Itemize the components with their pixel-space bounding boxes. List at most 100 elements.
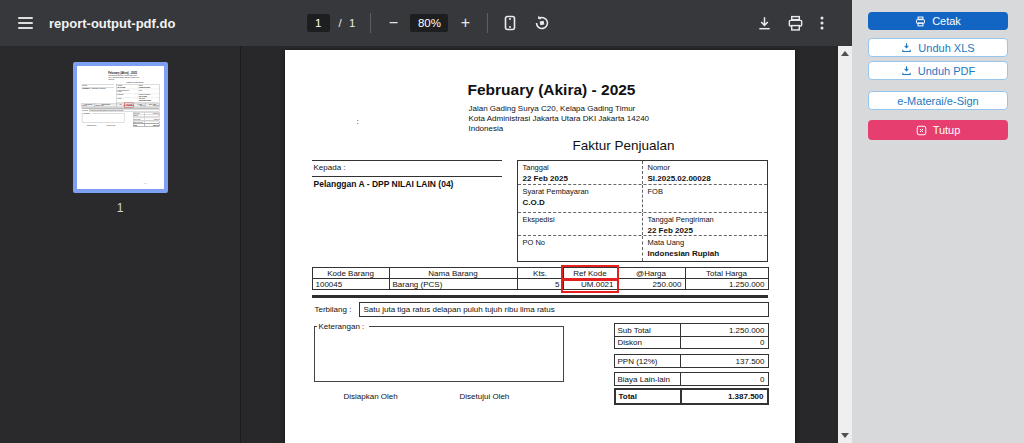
totals-biaya-group: Biaya Lain-lain 0 [614, 372, 769, 386]
keterangan-label: Keterangan : [82, 112, 91, 114]
syarat-label: Syarat Pembayaran [523, 187, 642, 196]
pdf-toolbar: report-output-pdf.do 1 / 1 − 80% + [0, 0, 852, 46]
page-thumbnail[interactable]: February (Akira) - 2025 Jalan Gading Sur… [73, 62, 168, 193]
company-address: Jalan Gading Surya C20, Kelapa Gading Ti… [108, 75, 139, 80]
po-label: PO No [117, 98, 137, 100]
info-cell-tanggal: Tanggal 22 Feb 2025 [518, 161, 642, 184]
print-icon [787, 15, 804, 32]
tutup-button[interactable]: Tutup [868, 120, 1008, 140]
download-button[interactable] [756, 15, 773, 32]
totals-ppn-group: PPN (12%) 137.500 [133, 118, 159, 120]
pdf-viewer: report-output-pdf.do 1 / 1 − 80% + [0, 0, 852, 443]
toolbar-right [544, 15, 852, 32]
items-table: Kode Barang Nama Barang Kts. Ref Kode @H… [81, 103, 159, 107]
item-nama: Barang (PCS) [389, 279, 517, 290]
invoice-info-table: Tanggal 22 Feb 2025 Nomor SI.2025.02.000… [116, 85, 159, 102]
unduh-pdf-label: Unduh PDF [918, 65, 975, 77]
zoom-out-button[interactable]: − [384, 14, 402, 32]
info-cell-syarat: Syarat Pembayaran C.O.D [518, 185, 642, 212]
cetak-label: Cetak [932, 15, 961, 27]
col-kode-barang: Kode Barang [312, 268, 389, 279]
ppn-row: PPN (12%) 137.500 [133, 118, 159, 120]
item-kode: 100045 [312, 279, 389, 290]
rotate-button[interactable] [533, 14, 551, 32]
diskon-label: Diskon [615, 337, 681, 348]
unduh-pdf-button[interactable]: Unduh PDF [868, 61, 1008, 80]
kepada-label: Kepada : [314, 163, 346, 172]
col-kts: Kts. [517, 268, 563, 279]
nomor-value: SI.2025.02.00028 [648, 174, 767, 183]
kepada-rule-top [312, 160, 502, 161]
total-label: Total [616, 390, 682, 403]
e-materai-label: e-Materai/e-Sign [897, 95, 978, 107]
toolbar-left: report-output-pdf.do [0, 16, 300, 31]
zoom-in-button[interactable]: + [456, 14, 474, 32]
actions-panel: Cetak Unduh XLS Unduh PDF e-Materai/e-Si… [852, 0, 1024, 443]
total-row: Total 1.387.500 [616, 390, 767, 403]
total-label: Total [133, 124, 144, 126]
page-count-label: / 1 [339, 17, 358, 29]
address-line-3: Indonesia [469, 124, 650, 134]
info-cell-nomor: Nomor SI.2025.02.00028 [642, 161, 767, 184]
invoice-page: February (Akira) - 2025 Jalan Gading Sur… [285, 50, 795, 443]
menu-icon[interactable] [18, 17, 33, 29]
scroll-down-arrow[interactable] [838, 429, 852, 442]
terbilang-label: Terbilang : [315, 305, 352, 314]
col-nama-barang: Nama Barang [389, 268, 517, 279]
ppn-label: PPN (12%) [615, 355, 681, 367]
disiapkan-label: Disiapkan Oleh [344, 392, 398, 401]
ekspedisi-label: Ekspedisi [523, 215, 642, 224]
print-button[interactable] [787, 15, 804, 32]
page-number-input[interactable]: 1 [307, 14, 330, 32]
invoice-doc-title: Faktur Penjualan [126, 81, 143, 84]
nomor-label: Nomor [648, 163, 767, 172]
fob-label: FOB [138, 89, 158, 91]
tanggal-label: Tanggal [523, 163, 642, 172]
biaya-value: 0 [144, 121, 159, 123]
items-header-row: Kode Barang Nama Barang Kts. Ref Kode @H… [312, 268, 768, 279]
total-row: Total 1.387.500 [133, 124, 159, 126]
info-row: Tanggal 22 Feb 2025 Nomor SI.2025.02.000… [518, 161, 767, 184]
more-vertical-icon [818, 15, 826, 31]
thumbnail-page-number: 1 [117, 201, 124, 215]
diskon-value: 0 [144, 115, 159, 117]
scroll-up-arrow[interactable] [838, 47, 852, 60]
customer-name: Pelanggan A - DPP NILAI LAIN (04) [81, 88, 105, 90]
unduh-xls-label: Unduh XLS [918, 42, 974, 54]
cetak-button[interactable]: Cetak [868, 12, 1008, 30]
vertical-scrollbar[interactable] [838, 46, 852, 443]
customer-name: Pelanggan A - DPP NILAI LAIN (04) [314, 179, 454, 189]
company-name: February (Akira) - 2025 [468, 81, 636, 99]
item-kts: 5 [116, 105, 124, 107]
toolbar-divider [370, 13, 371, 33]
ppn-label: PPN (12%) [133, 118, 144, 120]
download-file-icon [901, 42, 912, 53]
unduh-xls-button[interactable]: Unduh XLS [868, 38, 1008, 57]
info-row: Ekspedisi Tanggal Pengiriman 22 Feb 2025 [518, 212, 767, 235]
terbilang-label: Terbilang : [82, 110, 88, 112]
zoom-level-input[interactable]: 80% [410, 14, 448, 32]
fit-page-button[interactable] [501, 14, 519, 32]
tutup-label: Tutup [933, 124, 961, 136]
more-options-button[interactable] [818, 15, 826, 31]
terbilang-box: Satu juta tiga ratus delapan puluh tujuh… [359, 302, 769, 317]
items-table: Kode Barang Nama Barang Kts. Ref Kode @H… [312, 267, 769, 290]
kepada-rule-bottom [312, 176, 502, 177]
keterangan-box: Keterangan : [81, 113, 124, 123]
col-total-harga: Total Harga [685, 268, 768, 279]
toolbar-divider [487, 13, 488, 33]
ppn-row: PPN (12%) 137.500 [615, 355, 768, 367]
biaya-value: 0 [681, 375, 768, 384]
document-area: February (Akira) - 2025 Jalan Gading Sur… [241, 46, 838, 443]
fit-page-icon [501, 14, 519, 32]
item-total-harga: 1.250.000 [685, 279, 768, 290]
info-cell-mata-uang: Mata Uang Indonesian Rupiah [137, 98, 158, 102]
diskon-row: Diskon 0 [615, 336, 768, 348]
totals-ppn-group: PPN (12%) 137.500 [614, 354, 769, 368]
subtotal-value: 1.250.000 [681, 326, 768, 335]
viewer-body: February (Akira) - 2025 Jalan Gading Sur… [0, 46, 852, 443]
po-label: PO No [523, 238, 642, 247]
e-materai-button[interactable]: e-Materai/e-Sign [868, 91, 1008, 110]
ref-kode-highlight-value [561, 278, 619, 293]
info-cell-ekspedisi: Ekspedisi [518, 213, 642, 235]
